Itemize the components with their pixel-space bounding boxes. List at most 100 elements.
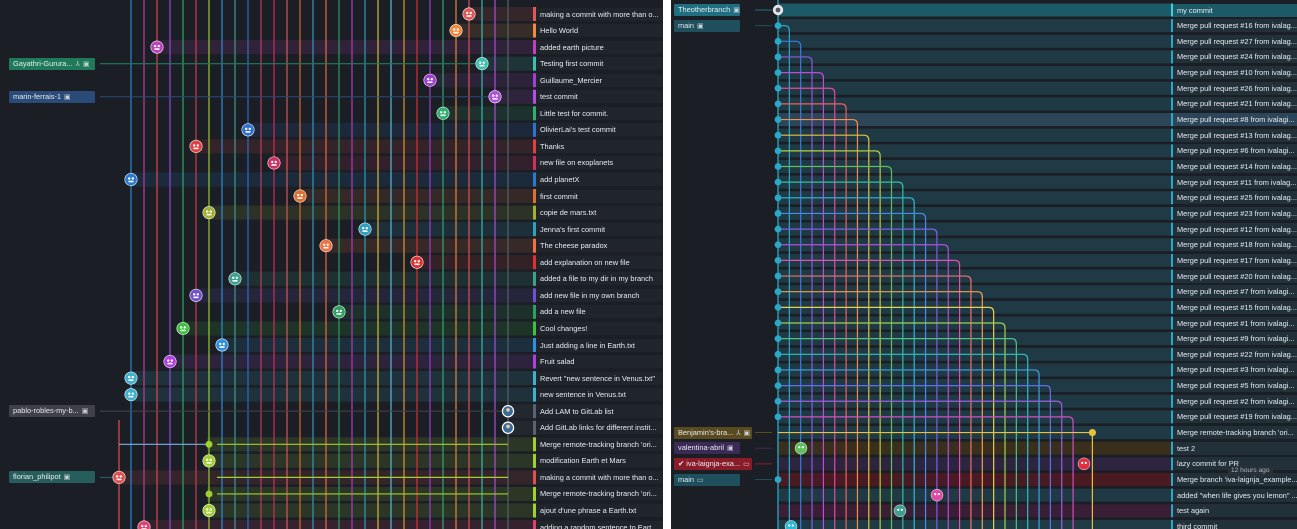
commit-message[interactable]: added earth picture [536, 40, 663, 54]
commit-message[interactable]: Revert "new sentence in Venus.txt" [536, 371, 663, 385]
commit-message[interactable]: Merge pull request #9 from ivalagi... [1173, 332, 1297, 346]
branch-label[interactable]: pablo-robles-my-b... ▣ [9, 405, 95, 418]
commit-message[interactable]: making a commit with more than o... [536, 470, 663, 484]
commit-message[interactable]: Guillaume_Mercier [536, 73, 663, 87]
commit-message[interactable]: OlivierLai's test commit [536, 123, 663, 137]
commit-message[interactable]: Merge pull request #24 from ivalag... [1173, 50, 1297, 64]
commit-message[interactable]: Fruit salad [536, 355, 663, 369]
avatar-pattern-dot [897, 508, 900, 511]
commit-message[interactable]: Merge pull request #6 from ivalagi... [1173, 144, 1297, 158]
avatar-pattern-dot [336, 309, 339, 313]
commit-message[interactable]: Merge remote-tracking branch 'ori... [1173, 426, 1297, 440]
author-avatar [475, 57, 489, 71]
commit-message[interactable]: Merge pull request #17 from ivalag... [1173, 253, 1297, 267]
commit-message[interactable]: Merge pull request #22 from ivalag... [1173, 347, 1297, 361]
commit-message[interactable]: Merge pull request #5 from ivalagi... [1173, 379, 1297, 393]
avatar-pattern-dot [362, 226, 365, 230]
branch-label[interactable]: Benjamin's-bra... ⅄ ▣ [674, 426, 752, 439]
branch-label[interactable]: ✔ iva-laignja-exa... ▭ [674, 457, 752, 470]
commit-message[interactable]: Merge pull request #27 from ivalag... [1173, 34, 1297, 48]
branch-label[interactable]: Theotherbranch ▣ [674, 4, 740, 16]
commit-message[interactable]: Merge pull request #11 from ivalag... [1173, 175, 1297, 189]
avatar-pattern-dot [297, 193, 300, 197]
commit-message[interactable]: Thanks [536, 139, 663, 153]
commit-message[interactable]: third commit [1173, 519, 1297, 529]
merge-commit-dot [774, 241, 782, 249]
branch-label[interactable]: main ▣ [674, 19, 740, 32]
merge-commit-dot [774, 69, 782, 76]
commit-message[interactable]: test again [1173, 504, 1297, 518]
commit-message[interactable]: The cheese paradox [536, 239, 663, 253]
commit-message[interactable]: add planetX [536, 173, 663, 186]
branch-label[interactable]: florian_philipot ▣ [9, 471, 95, 484]
commit-message[interactable]: Cool changes! [536, 321, 663, 335]
avatar-pattern-bar [154, 48, 160, 50]
avatar-pattern-bar [219, 346, 225, 348]
avatar-pattern-dot [900, 508, 903, 511]
commit-message[interactable]: Testing first commit [536, 57, 663, 71]
commit-message[interactable]: Merge pull request #26 from ivalag... [1173, 81, 1297, 95]
commit-message[interactable]: modification Earth et Mars [536, 454, 663, 468]
commit-message[interactable]: Add LAM to GitLab list [536, 404, 663, 418]
commit-message[interactable]: Merge pull request #7 from ivalagi... [1173, 285, 1297, 299]
commit-message[interactable]: Merge pull request #18 from ivalag... [1173, 238, 1297, 252]
commit-message[interactable]: Merge pull request #10 from ivalag... [1173, 66, 1297, 80]
commit-message[interactable]: Merge remote-tracking branch 'ori... [536, 487, 663, 501]
commit-message[interactable]: Add GitLab links for different instit... [536, 421, 663, 435]
branch-label[interactable]: Gayathri-Gurura... ⅄ ▣ [9, 57, 95, 70]
commit-message[interactable]: new file on exoplanets [536, 156, 663, 170]
commit-message[interactable]: Merge pull request #23 from ivalag... [1173, 206, 1297, 220]
commit-message[interactable]: Merge pull request #15 from ivalag... [1173, 300, 1297, 314]
commit-message[interactable]: added a file to my dir in my branch [536, 272, 663, 286]
merge-commit-dot [205, 490, 213, 498]
avatar-pattern-bar [180, 329, 186, 332]
commit-message[interactable]: new sentence in Venus.txt [536, 388, 663, 402]
commit-message[interactable]: Jenna's first commit [536, 222, 663, 236]
avatar-pattern-bar [492, 97, 498, 100]
commit-row-stripe [129, 371, 537, 386]
commit-message[interactable]: Merge pull request #2 from ivalagi... [1173, 394, 1297, 408]
commit-message[interactable]: Merge remote-tracking branch 'ori... [536, 437, 663, 451]
commit-row-stripe [415, 255, 537, 270]
commit-message[interactable]: test 2 [1173, 441, 1297, 455]
avatar-pattern-dot [271, 160, 274, 164]
commit-message[interactable]: adding a random sentence to Eart... [536, 520, 663, 529]
merge-commit-dot [774, 116, 782, 123]
commit-message[interactable]: Merge pull request #20 from ivalag... [1173, 269, 1297, 283]
commit-message[interactable]: Merge pull request #1 from ivalagi... [1173, 316, 1297, 330]
avatar-pattern-dot [206, 458, 209, 462]
merge-commit-dot [774, 350, 782, 358]
commit-message[interactable]: Merge pull request #13 from ivalag... [1173, 128, 1297, 142]
commit-message[interactable]: Merge pull request #25 from ivalag... [1173, 191, 1297, 205]
commit-message[interactable]: add a new file [536, 305, 663, 319]
commit-message[interactable]: added "when life gives you lemon" ... [1173, 488, 1297, 502]
commit-message[interactable]: Merge pull request #12 from ivalag... [1173, 222, 1297, 236]
avatar-pattern-dot [427, 78, 430, 81]
commit-message[interactable]: Hello World [536, 24, 663, 38]
remote-repo-icon: ▣ [63, 474, 71, 482]
commit-message[interactable]: Merge pull request #21 from ivalag... [1173, 97, 1297, 111]
commit-message[interactable]: add explanation on new file [536, 255, 663, 269]
commit-message[interactable]: Merge pull request #16 from ivalag... [1173, 19, 1297, 33]
commit-message[interactable]: Merge pull request #8 from ivalagi... [1173, 113, 1297, 127]
avatar-pattern-dot [440, 111, 443, 114]
commit-message[interactable]: first commit [536, 189, 663, 203]
commit-message[interactable]: making a commit with more than o... [536, 7, 663, 21]
commit-message[interactable]: my commit [1173, 3, 1297, 17]
commit-message[interactable]: copie de mars.txt [536, 206, 663, 220]
commit-message[interactable]: Merge pull request #19 from ivalag... [1173, 410, 1297, 424]
commit-message[interactable]: Just adding a line in Earth.txt [536, 338, 663, 352]
commit-message[interactable]: Merge pull request #14 from ivalag... [1173, 160, 1297, 173]
commit-row-stripe [778, 504, 1173, 518]
author-avatar [202, 503, 216, 517]
branch-label[interactable]: valentina-abril ▣ [674, 442, 740, 455]
commit-message[interactable]: Little test for commit. [536, 106, 663, 120]
commit-message[interactable]: test commit [536, 90, 663, 104]
commit-message[interactable]: Merge pull request #3 from ivalagi... [1173, 363, 1297, 377]
commit-message[interactable]: add new file in my own branch [536, 288, 663, 302]
commit-row-stripe [778, 50, 1173, 64]
branch-label[interactable]: main ▭ [674, 473, 740, 486]
branch-name: valentina-abril [678, 443, 725, 453]
branch-label[interactable]: marin-ferrais-1 ▣ [9, 90, 95, 103]
commit-message[interactable]: ajout d'une phrase a Earth.txt [536, 504, 663, 517]
